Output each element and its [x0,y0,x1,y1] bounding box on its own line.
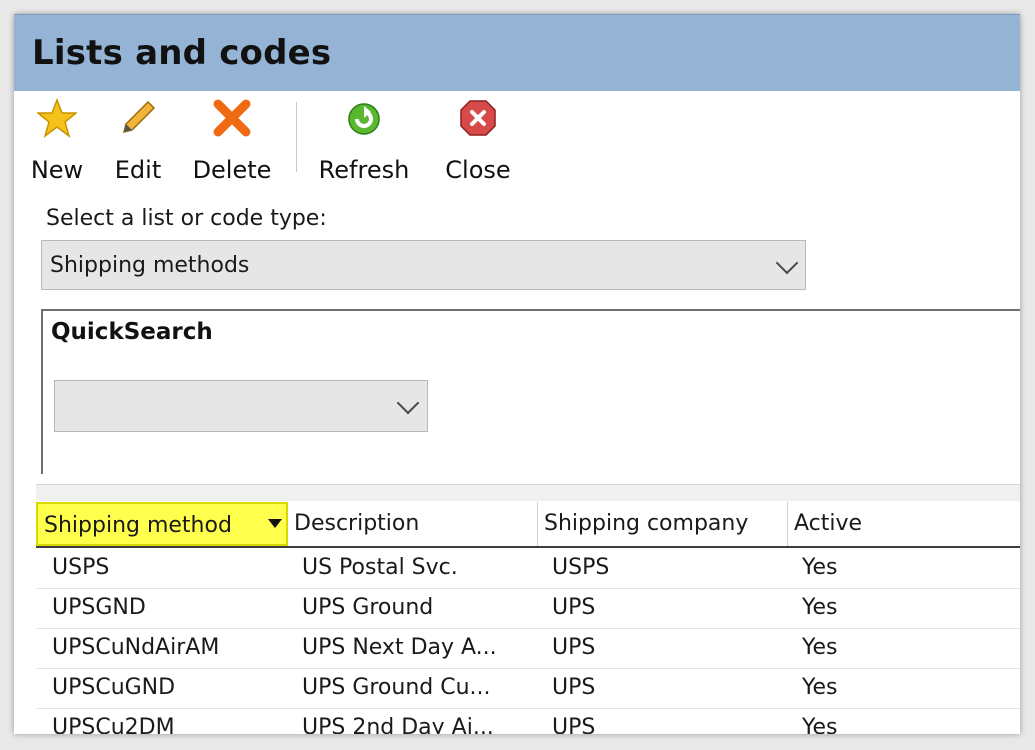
column-header-label: Shipping company [544,511,749,536]
cell-description: UPS Ground [302,595,434,620]
window-title: Lists and codes [32,33,332,73]
title-bar: Lists and codes [14,14,1020,91]
sort-arrow-icon [268,519,282,528]
shipping-methods-grid: Shipping method Description Shipping com… [36,484,1020,734]
table-row[interactable]: UPSCu2DM UPS 2nd Day Ai... UPS Yes [36,708,1020,734]
cell-description: UPS Next Day A... [302,635,497,660]
edit-button[interactable]: Edit [106,98,170,184]
cell-shipping-method: UPSCuNdAirAM [52,635,220,660]
chevron-down-icon[interactable] [396,391,420,415]
refresh-label: Refresh [318,156,410,184]
refresh-button[interactable]: Refresh [312,98,416,184]
column-header-label: Active [794,511,863,536]
cell-active: Yes [802,715,838,734]
cell-active: Yes [802,675,838,700]
cell-active: Yes [802,555,838,580]
lists-and-codes-window: Lists and codes New Edit Delete Refresh [14,14,1020,734]
close-icon [460,100,496,136]
cell-description: UPS Ground Cu... [302,675,491,700]
cell-description: UPS 2nd Day Ai... [302,715,494,734]
list-type-value: Shipping methods [50,253,250,278]
new-button[interactable]: New [24,98,90,184]
chevron-down-icon[interactable] [775,251,799,275]
cell-shipping-company: UPS [552,715,596,734]
cell-active: Yes [802,635,838,660]
cell-shipping-method: UPSCuGND [52,675,176,700]
column-header-shipping-method[interactable]: Shipping method [36,502,288,546]
column-header-label: Description [294,511,420,536]
cell-description: US Postal Svc. [302,555,458,580]
list-type-dropdown[interactable]: Shipping methods [41,240,806,290]
table-row[interactable]: USPS US Postal Svc. USPS Yes [36,548,1020,589]
cell-shipping-company: UPS [552,675,596,700]
list-type-label: Select a list or code type: [46,206,327,231]
cell-shipping-method: USPS [52,555,110,580]
delete-x-icon [213,99,251,137]
cell-active: Yes [802,595,838,620]
close-label: Close [445,156,511,184]
refresh-icon [348,103,380,135]
table-row[interactable]: UPSCuGND UPS Ground Cu... UPS Yes [36,668,1020,709]
grid-top-strip [36,484,1020,501]
cell-shipping-company: UPS [552,635,596,660]
pencil-icon [122,100,156,134]
star-icon [37,98,77,138]
cell-shipping-company: UPS [552,595,596,620]
delete-button[interactable]: Delete [186,98,278,184]
grid-header-row: Shipping method Description Shipping com… [36,502,1020,548]
cell-shipping-method: UPSCu2DM [52,715,175,734]
close-button[interactable]: Close [438,98,518,184]
toolbar-separator [296,102,297,172]
column-header-shipping-company[interactable]: Shipping company [538,502,788,546]
edit-label: Edit [114,156,162,184]
new-label: New [30,156,84,184]
delete-label: Delete [192,156,272,184]
table-row[interactable]: UPSCuNdAirAM UPS Next Day A... UPS Yes [36,628,1020,669]
quicksearch-panel: QuickSearch [41,309,1020,474]
quicksearch-title: QuickSearch [51,319,213,345]
quicksearch-dropdown[interactable] [54,380,428,432]
column-header-description[interactable]: Description [288,502,538,546]
cell-shipping-company: USPS [552,555,610,580]
cell-shipping-method: UPSGND [52,595,146,620]
column-header-label: Shipping method [44,513,232,538]
column-header-active[interactable]: Active [788,502,1020,546]
table-row[interactable]: UPSGND UPS Ground UPS Yes [36,588,1020,629]
